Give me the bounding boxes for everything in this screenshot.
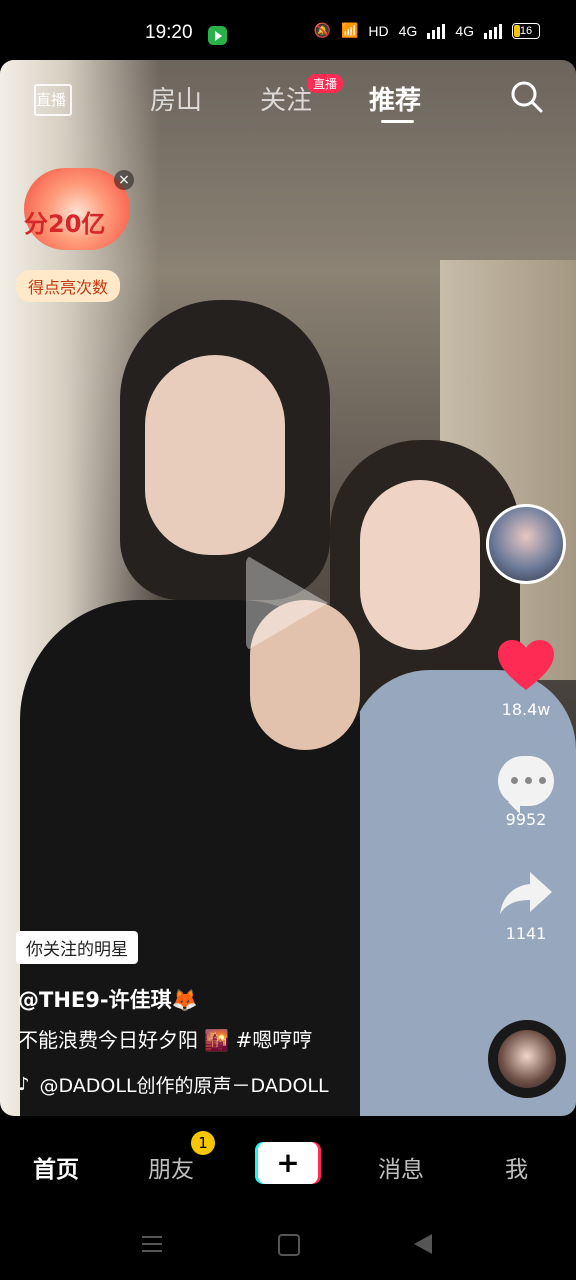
hd-label: HD — [368, 22, 389, 39]
promo-close-icon[interactable]: × — [114, 170, 134, 190]
music-disc[interactable] — [488, 1020, 566, 1098]
system-home-icon[interactable] — [278, 1234, 300, 1256]
live-button[interactable]: 直播 — [34, 78, 72, 116]
live-label: 直播 — [36, 91, 67, 109]
system-back-icon[interactable] — [414, 1234, 432, 1254]
signal-2-label: 4G — [455, 22, 474, 39]
tab-following[interactable]: 关注 — [260, 80, 312, 117]
like-button[interactable]: 18.4w — [494, 640, 558, 719]
active-tab-indicator — [381, 120, 414, 123]
battery-level: 16 — [519, 24, 533, 37]
tab-fangshan[interactable]: 房山 — [150, 80, 202, 117]
signal-1-icon — [427, 23, 446, 39]
comment-icon — [498, 756, 554, 814]
follow-tag: 你关注的明星 — [16, 931, 138, 964]
signal-2-icon — [484, 23, 502, 39]
plus-icon: + — [276, 1146, 300, 1179]
share-button[interactable]: 1141 — [494, 870, 558, 943]
promo-pill[interactable]: 得点亮次数 — [16, 270, 121, 302]
battery-icon: 16 — [512, 22, 540, 39]
search-icon[interactable] — [510, 80, 544, 114]
comment-button[interactable]: 9952 — [494, 756, 558, 829]
wifi-icon: 📶 — [340, 22, 359, 38]
system-menu-icon[interactable] — [142, 1236, 162, 1252]
music-cover — [498, 1030, 556, 1088]
app-notification-icon — [208, 26, 227, 45]
nav-messages[interactable]: 消息 — [378, 1150, 424, 1184]
music-info[interactable]: ♪ @DADOLL创作的原声－DADOLL — [18, 1071, 329, 1098]
status-icons: 🔕 📶 HD 4G 4G 16 — [314, 22, 540, 39]
comment-count: 9952 — [505, 810, 547, 829]
video-description[interactable]: 不能浪费今日好夕阳 🌇 #嗯哼哼 — [18, 1024, 312, 1053]
tab-recommended[interactable]: 推荐 — [369, 80, 421, 117]
music-title: @DADOLL创作的原声－DADOLL — [39, 1075, 329, 1097]
create-button[interactable]: + — [258, 1142, 318, 1184]
heart-icon — [498, 640, 554, 690]
like-count: 18.4w — [501, 700, 551, 719]
status-time: 19:20 — [145, 22, 193, 43]
music-note-icon: ♪ — [18, 1074, 30, 1095]
promo-widget[interactable]: 分20亿 × 得点亮次数 — [16, 168, 136, 308]
author-name[interactable]: @THE9-许佳琪🦊 — [18, 984, 198, 1014]
status-bar: 19:20 🔕 📶 HD 4G 4G 16 — [0, 0, 576, 60]
share-icon — [500, 872, 552, 914]
promo-amount: 分20亿 — [24, 210, 106, 238]
signal-1-label: 4G — [398, 22, 418, 39]
friends-badge: 1 — [191, 1131, 215, 1155]
author-avatar[interactable] — [486, 504, 566, 584]
nav-friends[interactable]: 朋友 — [148, 1150, 194, 1184]
live-badge: 直播 — [307, 74, 344, 93]
nav-me[interactable]: 我 — [505, 1150, 528, 1184]
share-count: 1141 — [505, 924, 547, 943]
nav-home[interactable]: 首页 — [33, 1150, 79, 1184]
play-icon[interactable] — [246, 555, 328, 651]
mute-icon: 🔕 — [313, 22, 331, 38]
